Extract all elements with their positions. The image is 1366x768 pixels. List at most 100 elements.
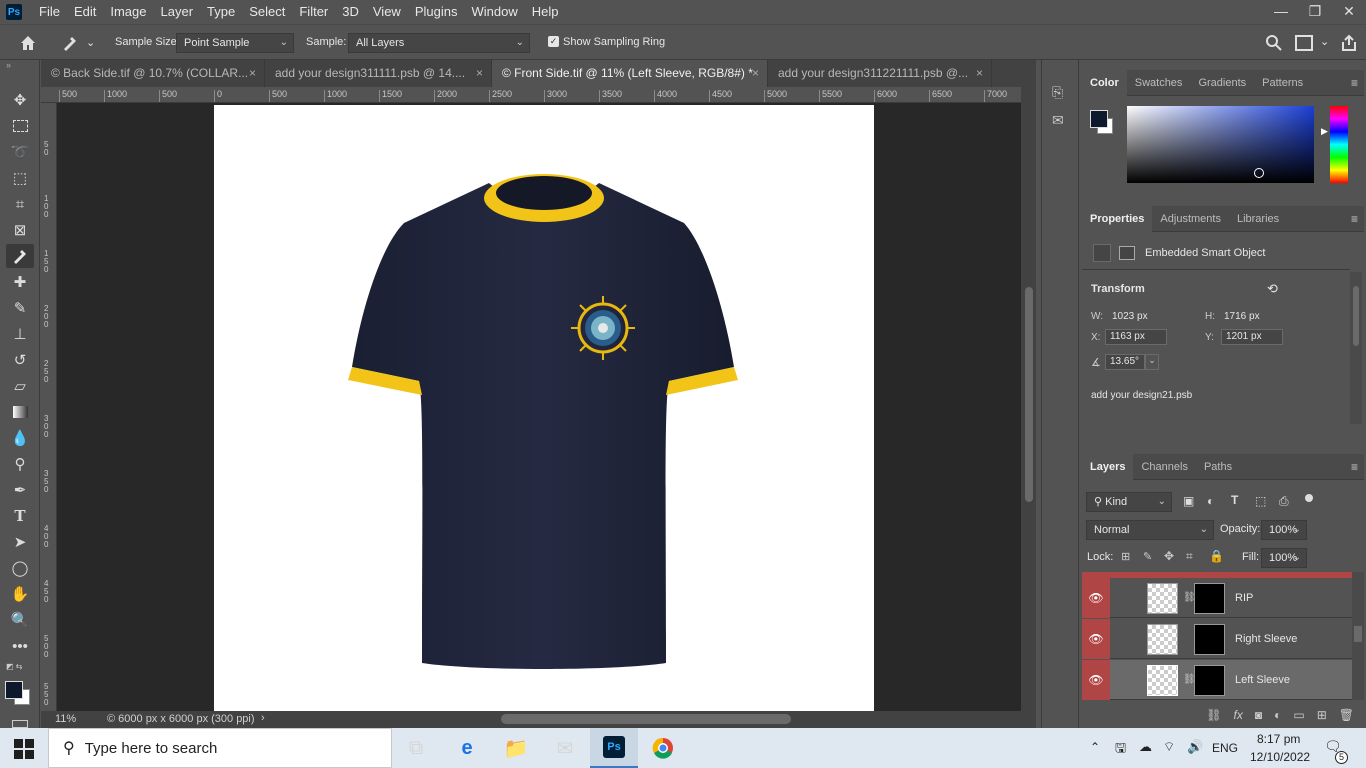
visibility-eye-icon[interactable]: 👁 xyxy=(1082,660,1110,700)
lock-all-icon[interactable]: 🔒 xyxy=(1209,549,1224,563)
sample-dropdown[interactable]: All Layers ⌄ xyxy=(348,33,530,53)
collapse-toolbar-icon[interactable]: » xyxy=(6,60,11,70)
photoshop-taskbar-icon[interactable]: Ps xyxy=(590,728,638,768)
close-tab-icon[interactable]: × xyxy=(976,60,983,87)
scrollbar-thumb[interactable] xyxy=(1025,287,1033,502)
scrollbar-thumb[interactable] xyxy=(1354,626,1362,642)
dodge-tool-icon[interactable]: ⚲ xyxy=(6,452,34,476)
history-icon[interactable]: ⎘ xyxy=(1052,84,1063,101)
history-brush-tool-icon[interactable]: ↺ xyxy=(6,348,34,372)
tab-properties[interactable]: Properties xyxy=(1082,205,1153,232)
adjustment-layer-icon[interactable]: ◐ xyxy=(1274,708,1281,722)
layer-mask-thumbnail[interactable] xyxy=(1194,665,1225,696)
filter-type-layer-icon[interactable]: T xyxy=(1231,493,1238,507)
layer-row-right-sleeve[interactable]: 👁 Right Sleeve xyxy=(1082,619,1352,659)
layer-mask-thumbnail[interactable] xyxy=(1194,624,1225,655)
object-select-tool-icon[interactable]: ⬚ xyxy=(6,166,34,190)
scrollbar-thumb[interactable] xyxy=(1353,286,1359,346)
tab-color[interactable]: Color xyxy=(1082,69,1127,96)
home-icon[interactable] xyxy=(18,33,38,53)
chevron-down-icon[interactable]: ⌄ xyxy=(86,36,95,49)
type-tool-icon[interactable]: T xyxy=(6,504,34,528)
visibility-eye-icon[interactable]: 👁 xyxy=(1082,619,1110,659)
clone-stamp-tool-icon[interactable]: ⊥ xyxy=(6,322,34,346)
layer-name[interactable]: Right Sleeve xyxy=(1235,633,1297,645)
share-icon[interactable] xyxy=(1340,34,1358,52)
clock-time[interactable]: 8:17 pm xyxy=(1257,732,1300,746)
workspace-icon[interactable] xyxy=(1295,35,1313,51)
menu-3d[interactable]: 3D xyxy=(335,0,366,24)
fill-field[interactable]: 100% ⌄ xyxy=(1261,548,1307,568)
menu-select[interactable]: Select xyxy=(242,0,292,24)
add-mask-icon[interactable]: ◙ xyxy=(1255,708,1262,722)
status-arrow-icon[interactable]: › xyxy=(261,712,265,724)
filter-adjustment-layer-icon[interactable]: ◐ xyxy=(1207,494,1214,508)
document-canvas[interactable] xyxy=(214,105,874,711)
zoom-level[interactable]: 11% xyxy=(55,713,76,725)
color-picker-field[interactable] xyxy=(1127,106,1314,183)
layer-name[interactable]: RIP xyxy=(1235,592,1253,604)
y-position-field[interactable]: 1201 px xyxy=(1221,329,1283,345)
hue-slider-handle-icon[interactable]: ▶ xyxy=(1321,126,1328,137)
canvas-area[interactable] xyxy=(57,103,1021,711)
edge-icon[interactable]: e xyxy=(443,728,491,768)
x-position-field[interactable]: 1163 px xyxy=(1105,329,1167,345)
restore-button[interactable]: ❐ xyxy=(1298,0,1332,24)
menu-edit[interactable]: Edit xyxy=(67,0,103,24)
panel-menu-icon[interactable]: ≡ xyxy=(1351,212,1358,226)
wifi-icon[interactable]: ⌔ xyxy=(1163,739,1175,755)
visibility-eye-icon[interactable]: 👁 xyxy=(1082,578,1110,618)
tab-design311111[interactable]: add your design311111.psb @ 14.... × xyxy=(265,60,492,87)
lock-transparent-icon[interactable]: ⊞ xyxy=(1121,550,1130,563)
menu-file[interactable]: File xyxy=(32,0,67,24)
gradient-tool-icon[interactable] xyxy=(6,400,34,424)
tab-back-side[interactable]: © Back Side.tif @ 10.7% (COLLAR... × xyxy=(41,60,265,87)
tab-gradients[interactable]: Gradients xyxy=(1190,70,1254,96)
minimize-button[interactable]: — xyxy=(1264,0,1298,24)
tab-layers[interactable]: Layers xyxy=(1082,453,1134,480)
color-panel-foreground-swatch[interactable] xyxy=(1090,110,1108,128)
layer-row-rip[interactable]: 👁 ⛓ RIP xyxy=(1082,578,1352,618)
healing-brush-tool-icon[interactable]: ✚ xyxy=(6,270,34,294)
eraser-tool-icon[interactable]: ▱ xyxy=(6,374,34,398)
quick-mask-icon[interactable] xyxy=(12,720,28,728)
opacity-field[interactable]: 100% ⌄ xyxy=(1261,520,1307,540)
layer-filter-kind[interactable]: ⚲ Kind ⌄ xyxy=(1086,492,1172,512)
menu-help[interactable]: Help xyxy=(525,0,566,24)
tab-adjustments[interactable]: Adjustments xyxy=(1152,206,1229,232)
blend-mode-dropdown[interactable]: Normal ⌄ xyxy=(1086,520,1214,540)
taskbar-search-box[interactable]: ⚲ Type here to search xyxy=(48,728,392,768)
canvas-vertical-scrollbar[interactable] xyxy=(1021,87,1036,711)
tab-paths[interactable]: Paths xyxy=(1196,454,1240,480)
chevron-down-icon[interactable]: ⌄ xyxy=(1145,354,1159,370)
menu-filter[interactable]: Filter xyxy=(292,0,335,24)
crop-tool-icon[interactable]: ⌗ xyxy=(6,192,34,216)
new-group-icon[interactable]: ▭ xyxy=(1293,708,1304,722)
menu-view[interactable]: View xyxy=(366,0,408,24)
ellipse-tool-icon[interactable]: ◯ xyxy=(6,556,34,580)
panel-menu-icon[interactable]: ≡ xyxy=(1351,76,1358,90)
language-indicator[interactable]: ENG xyxy=(1212,741,1238,755)
file-explorer-icon[interactable]: 📁 xyxy=(492,728,540,768)
lasso-tool-icon[interactable]: ➰ xyxy=(6,140,34,164)
delete-layer-icon[interactable]: 🗑 xyxy=(1339,708,1354,722)
close-tab-icon[interactable]: × xyxy=(476,60,483,87)
eyedropper-tool-icon[interactable] xyxy=(6,244,34,268)
w-value[interactable]: 1023 px xyxy=(1112,311,1148,322)
path-selection-tool-icon[interactable]: ➤ xyxy=(6,530,34,554)
layer-name[interactable]: Left Sleeve xyxy=(1235,674,1290,686)
system-tray-icon[interactable]: 🖫 xyxy=(1115,739,1126,761)
menu-window[interactable]: Window xyxy=(464,0,524,24)
layers-scrollbar[interactable] xyxy=(1352,572,1364,700)
show-hidden-icons-icon[interactable]: ⌃ xyxy=(1090,740,1100,754)
tab-design311221111[interactable]: add your design311221111.psb @... × xyxy=(768,60,992,87)
filter-shape-layer-icon[interactable]: ⬚ xyxy=(1255,494,1266,508)
move-tool-icon[interactable]: ✥ xyxy=(6,88,34,112)
volume-icon[interactable]: 🔊 xyxy=(1187,739,1203,755)
show-sampling-ring-checkbox[interactable]: ✓ xyxy=(548,36,559,47)
reset-transform-icon[interactable]: ⟲ xyxy=(1267,281,1278,297)
close-button[interactable]: ✕ xyxy=(1332,0,1366,24)
link-layers-icon[interactable]: ⛓ xyxy=(1206,708,1221,722)
hand-tool-icon[interactable]: ✋ xyxy=(6,582,34,606)
network-icon[interactable]: ☁ xyxy=(1139,739,1152,755)
